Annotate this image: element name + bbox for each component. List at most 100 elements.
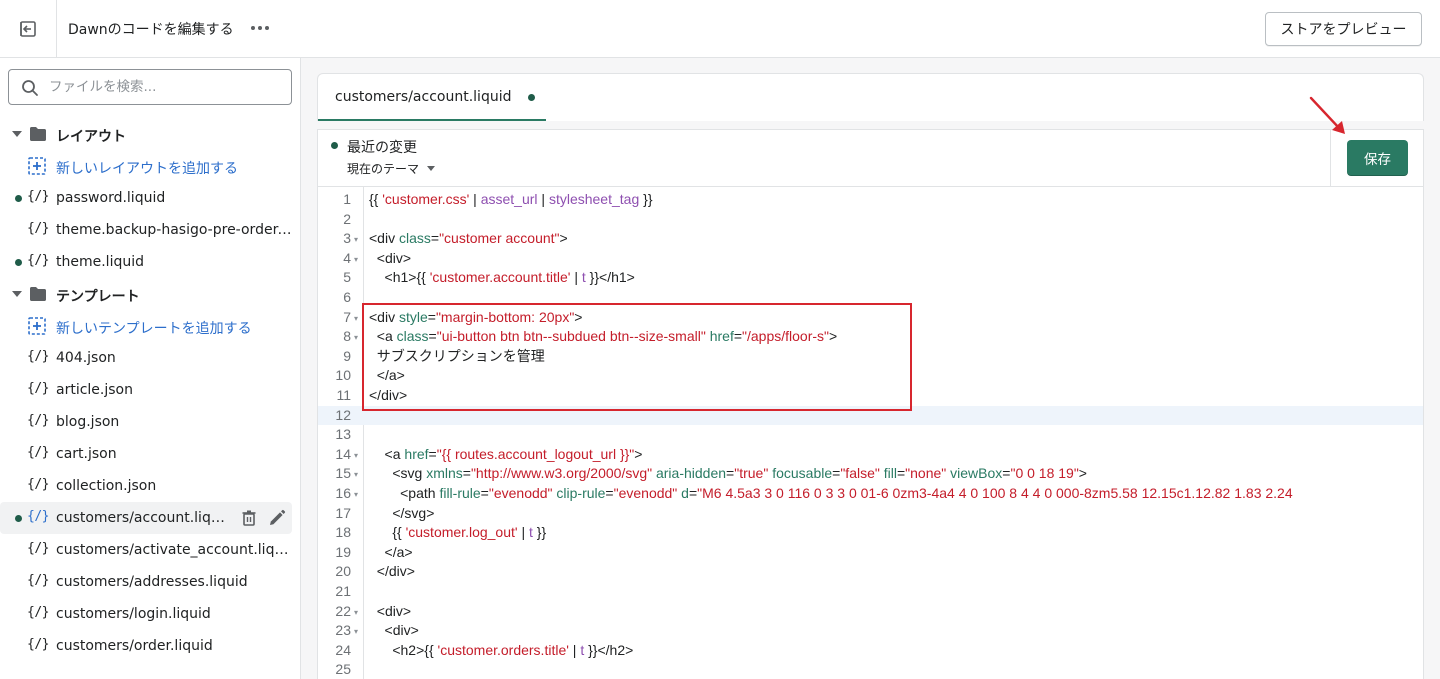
file-item[interactable]: {/} customers/activate_account.liquid bbox=[0, 534, 300, 566]
code-token: = bbox=[428, 445, 437, 462]
line-number: 24 bbox=[335, 641, 351, 658]
code-line[interactable]: 15 ▾ <svg xmlns="http://www.w3.org/2000/s… bbox=[318, 464, 1423, 485]
exit-editor-button[interactable] bbox=[0, 0, 57, 57]
code-token: aria-hidden bbox=[655, 465, 727, 482]
code-token: <div bbox=[369, 230, 399, 247]
file-item[interactable]: {/} customers/account.liquid bbox=[0, 502, 292, 534]
code-token: </div> bbox=[369, 563, 415, 580]
liquid-file-icon: {/} bbox=[27, 477, 49, 492]
code-line[interactable]: 23 ▾ <div> bbox=[318, 621, 1423, 642]
code-token: <h1>{{ bbox=[369, 269, 430, 286]
code-line[interactable]: 16 ▾ <path fill-rule="evenodd" clip-rule=… bbox=[318, 484, 1423, 505]
code-line[interactable]: 1 {{ 'customer.css' | asset_url | stylesh… bbox=[318, 190, 1423, 210]
file-item[interactable]: {/} cart.json bbox=[0, 438, 300, 470]
fold-chevron-icon[interactable]: ▾ bbox=[354, 328, 358, 348]
file-item[interactable]: {/} password.liquid bbox=[0, 182, 300, 214]
code-line[interactable]: 5 <h1>{{ 'customer.account.title' | t }}… bbox=[318, 268, 1423, 288]
fold-chevron-icon[interactable]: ▾ bbox=[354, 603, 358, 623]
liquid-file-icon: {/} bbox=[27, 221, 49, 236]
fold-chevron-icon[interactable]: ▾ bbox=[354, 446, 358, 466]
line-number: 20 bbox=[335, 563, 351, 580]
file-search[interactable] bbox=[8, 69, 292, 105]
liquid-file-icon: {/} bbox=[27, 349, 49, 364]
line-number: 16 bbox=[335, 485, 351, 501]
code-line[interactable]: 17 </svg> bbox=[318, 504, 1423, 524]
add-file-label: 新しいテンプレートを追加する bbox=[56, 321, 252, 337]
file-item[interactable]: {/} theme.liquid bbox=[0, 246, 300, 278]
file-item[interactable]: {/} theme.backup-hasigo-pre-order-1... bbox=[0, 214, 300, 246]
save-button[interactable]: 保存 bbox=[1347, 140, 1408, 176]
file-item[interactable]: {/} blog.json bbox=[0, 406, 300, 438]
code-token: > bbox=[1078, 465, 1087, 482]
code-token: = bbox=[896, 465, 906, 482]
line-number: 9 bbox=[343, 347, 351, 364]
folder-row[interactable]: テンプレート bbox=[0, 278, 300, 310]
caret-down-icon[interactable] bbox=[12, 131, 22, 137]
code-token: viewBox bbox=[950, 465, 1003, 482]
code-editor[interactable]: 1 {{ 'customer.css' | asset_url | stylesh… bbox=[317, 187, 1424, 679]
fold-chevron-icon[interactable]: ▾ bbox=[354, 230, 358, 250]
code-token: = bbox=[480, 485, 489, 501]
preview-store-button[interactable]: ストアをプレビュー bbox=[1265, 12, 1422, 46]
add-file-link[interactable]: 新しいテンプレートを追加する bbox=[0, 310, 300, 342]
code-token: | bbox=[570, 269, 582, 286]
file-item[interactable]: {/} customers/addresses.liquid bbox=[0, 566, 300, 598]
line-number: 19 bbox=[335, 543, 351, 560]
more-actions-button[interactable] bbox=[248, 18, 272, 38]
code-token: </svg> bbox=[369, 504, 435, 521]
more-horizontal-icon bbox=[251, 26, 269, 30]
code-text: <h2>{{ 'customer.orders.title' | t }}</h… bbox=[369, 641, 633, 661]
code-token: = bbox=[726, 465, 735, 482]
code-line[interactable]: 18 {{ 'customer.log_out' | t }} bbox=[318, 523, 1423, 543]
code-text: </a> bbox=[369, 543, 413, 563]
top-bar: Dawnのコードを編集する ストアをプレビュー bbox=[0, 0, 1440, 58]
file-item[interactable]: {/} article.json bbox=[0, 374, 300, 406]
code-line[interactable]: 2 bbox=[318, 210, 1423, 230]
folder-row[interactable]: レイアウト bbox=[0, 118, 300, 150]
code-line[interactable]: 20 </div> bbox=[318, 562, 1423, 582]
fold-chevron-icon[interactable]: ▾ bbox=[354, 309, 358, 329]
code-text: </svg> bbox=[369, 504, 434, 524]
code-line[interactable]: 22 ▾ <div> bbox=[318, 602, 1423, 623]
search-icon bbox=[22, 80, 38, 96]
code-line[interactable]: 4 ▾ <div> bbox=[318, 249, 1423, 270]
file-item[interactable]: {/} customers/login.liquid bbox=[0, 598, 300, 630]
code-token: "M6 4.5a3 3 0 116 0 3 3 0 01-6 0zm3-4a4 … bbox=[697, 485, 1293, 501]
code-line[interactable]: 19 </a> bbox=[318, 543, 1423, 563]
caret-down-icon[interactable] bbox=[12, 291, 22, 297]
pencil-icon[interactable] bbox=[268, 509, 286, 527]
code-line[interactable]: 24 <h2>{{ 'customer.orders.title' | t }}… bbox=[318, 641, 1423, 661]
theme-version-select[interactable]: 現在のテーマ bbox=[347, 160, 436, 177]
code-text: <h1>{{ 'customer.account.title' | t }}</… bbox=[369, 268, 635, 288]
add-file-label: 新しいレイアウトを追加する bbox=[56, 161, 238, 177]
fold-chevron-icon[interactable]: ▾ bbox=[354, 485, 358, 505]
code-token: <path bbox=[369, 485, 440, 501]
code-line[interactable]: 21 bbox=[318, 582, 1423, 602]
code-line[interactable]: 25 bbox=[318, 660, 1423, 679]
file-item[interactable]: {/} customers/order.liquid bbox=[0, 630, 300, 662]
file-label: collection.json bbox=[56, 478, 157, 494]
fold-chevron-icon[interactable]: ▾ bbox=[354, 250, 358, 270]
file-item[interactable]: {/} collection.json bbox=[0, 470, 300, 502]
add-file-link[interactable]: 新しいレイアウトを追加する bbox=[0, 150, 300, 182]
file-item[interactable]: {/} 404.json bbox=[0, 342, 300, 374]
tab-customers-account[interactable]: customers/account.liquid bbox=[318, 74, 546, 121]
file-label: customers/addresses.liquid bbox=[56, 574, 248, 590]
code-token: 'customer.css' bbox=[382, 191, 470, 207]
code-line[interactable]: 14 ▾ <a href="{{ routes.account_logout_ur… bbox=[318, 445, 1423, 466]
fold-chevron-icon[interactable]: ▾ bbox=[354, 465, 358, 485]
delete-icon[interactable] bbox=[240, 509, 258, 527]
file-label: customers/login.liquid bbox=[56, 606, 211, 622]
code-line[interactable]: 13 bbox=[318, 425, 1423, 445]
fold-chevron-icon[interactable]: ▾ bbox=[354, 622, 358, 642]
line-number: 4 bbox=[343, 249, 351, 266]
search-input[interactable] bbox=[49, 70, 285, 104]
file-label: theme.backup-hasigo-pre-order-1... bbox=[56, 222, 294, 238]
file-label: customers/activate_account.liquid bbox=[56, 542, 294, 558]
code-line[interactable]: 3 ▾ <div class="customer account"> bbox=[318, 229, 1423, 250]
liquid-file-icon: {/} bbox=[27, 445, 49, 460]
highlight-annotation-box bbox=[362, 303, 912, 411]
code-token: {{ bbox=[369, 191, 383, 207]
editor-tabs: customers/account.liquid bbox=[317, 73, 1424, 121]
file-label: cart.json bbox=[56, 446, 117, 462]
